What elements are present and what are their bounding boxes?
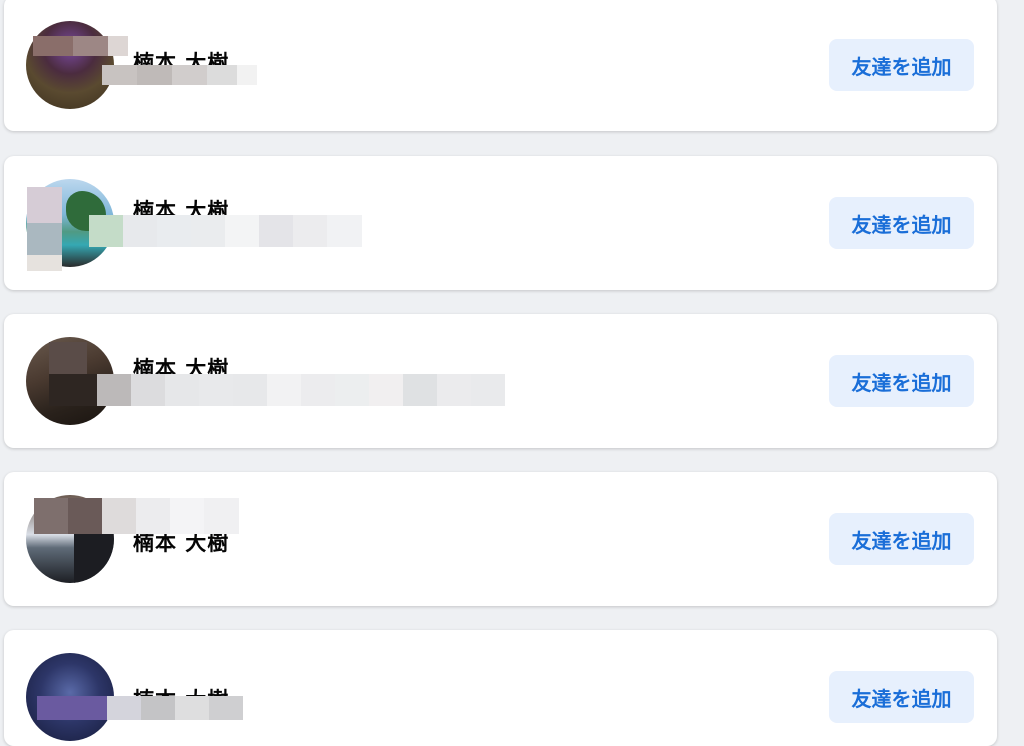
redacted-mutual-info <box>37 696 243 720</box>
redacted-mutual-info <box>89 215 362 247</box>
add-friend-button[interactable]: 友達を追加 <box>829 355 974 407</box>
add-friend-button[interactable]: 友達を追加 <box>829 39 974 91</box>
friend-card: 楠本 大樹 友達を追加 <box>4 314 997 448</box>
friend-card: 楠本 大樹 友達を追加 <box>4 472 997 606</box>
redacted-mutual-info <box>34 498 239 534</box>
redacted-mutual-info <box>102 65 257 85</box>
add-friend-button[interactable]: 友達を追加 <box>829 671 974 723</box>
friend-card: 楠本 大樹 友達を追加 <box>4 630 997 746</box>
add-friend-button[interactable]: 友達を追加 <box>829 197 974 249</box>
redacted-mutual-info <box>49 374 507 406</box>
friend-suggestion-list: 楠本 大樹 友達を追加 楠本 大樹 友達を追加 楠本 大樹 友達を追加 楠本 大… <box>0 0 1024 746</box>
redacted-mutual-info <box>33 36 128 56</box>
friend-card: 楠本 大樹 友達を追加 <box>4 156 997 290</box>
friend-card: 楠本 大樹 友達を追加 <box>4 0 997 131</box>
redacted-mutual-info <box>49 342 87 376</box>
redacted-mutual-info <box>27 187 62 271</box>
add-friend-button[interactable]: 友達を追加 <box>829 513 974 565</box>
avatar[interactable] <box>26 21 114 109</box>
